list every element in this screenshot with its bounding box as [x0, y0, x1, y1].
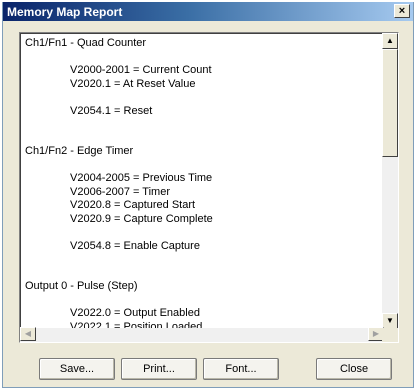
report-blank-line	[25, 267, 380, 281]
report-content: Ch1/Fn1 - Quad Counter V2000-2001 = Curre…	[25, 37, 380, 331]
report-entry: V2020.1 = At Reset Value	[70, 77, 196, 90]
close-button[interactable]: Close	[316, 358, 392, 380]
report-blank-line	[25, 132, 380, 146]
report-entry: V2020.9 = Capture Complete	[70, 212, 213, 225]
report-blank-line	[25, 226, 380, 240]
report-blank-line	[25, 118, 380, 132]
scroll-down-icon[interactable]: ▼	[382, 313, 398, 329]
horizontal-scrollbar[interactable]: ◀ ▶	[20, 327, 384, 342]
scroll-up-icon[interactable]: ▲	[382, 33, 398, 49]
report-entry: V2020.8 = Captured Start	[70, 199, 196, 211]
report-entry: V2006-2007 = Timer	[70, 185, 170, 198]
window-title: Memory Map Report	[7, 4, 123, 19]
title-bar[interactable]: Memory Map Report ×	[3, 2, 413, 21]
report-section-heading: Output 0 - Pulse (Step)	[25, 280, 138, 292]
report-blank-line	[25, 51, 380, 65]
report-blank-line	[25, 294, 380, 308]
print-button[interactable]: Print...	[121, 358, 197, 380]
save-button[interactable]: Save...	[39, 358, 115, 380]
scrollbar-corner	[382, 328, 398, 342]
report-entry: V2054.1 = Reset	[70, 104, 153, 117]
vertical-scrollbar[interactable]: ▲ ▼	[382, 33, 398, 329]
font-button[interactable]: Font...	[203, 358, 279, 380]
report-entry: V2004-2005 = Previous Time	[70, 172, 213, 184]
report-blank-line	[25, 253, 380, 267]
report-section-heading: Ch1/Fn1 - Quad Counter	[25, 37, 147, 49]
report-entry: V2022.0 = Output Enabled	[70, 307, 200, 319]
report-blank-line	[25, 159, 380, 173]
close-icon[interactable]: ×	[394, 4, 410, 18]
report-section-heading: Ch1/Fn2 - Edge Timer	[25, 145, 134, 157]
report-entry: V2000-2001 = Current Count	[70, 64, 212, 76]
button-row: Save... Print... Font... Close	[3, 358, 413, 380]
report-entry: V2054.8 = Enable Capture	[70, 239, 200, 252]
vertical-scroll-thumb[interactable]	[382, 49, 398, 157]
memory-map-report-dialog: Memory Map Report × Ch1/Fn1 - Quad Count…	[2, 2, 414, 388]
report-blank-line	[25, 91, 380, 105]
scroll-left-icon[interactable]: ◀	[20, 327, 36, 341]
report-text-area[interactable]: Ch1/Fn1 - Quad Counter V2000-2001 = Curre…	[19, 32, 399, 343]
